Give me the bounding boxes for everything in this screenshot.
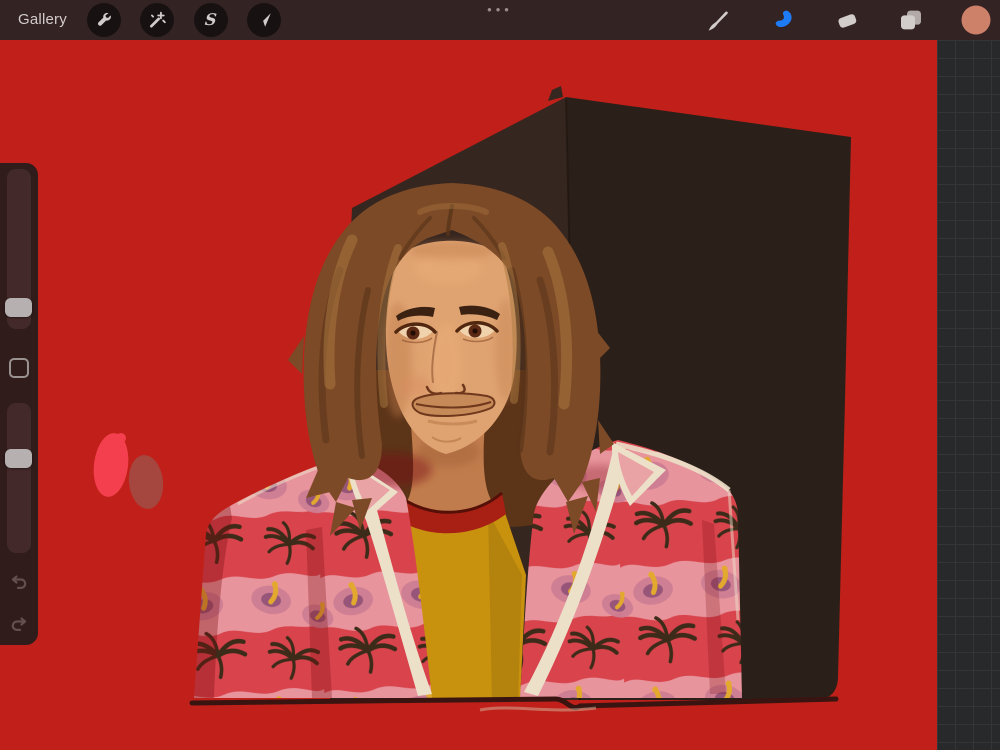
opacity-slider[interactable] <box>5 403 32 553</box>
modify-button[interactable] <box>0 351 38 385</box>
drawing-canvas[interactable] <box>0 40 937 750</box>
desk-line <box>189 696 839 712</box>
smudge-finger-icon <box>775 10 792 28</box>
brush-size-handle[interactable] <box>5 298 32 318</box>
modify-square-icon <box>9 358 29 378</box>
undo-icon <box>11 575 27 589</box>
procreate-canvas-screen: Gallery S ••• <box>0 0 1000 750</box>
redo-icon <box>11 617 27 631</box>
eraser-icon <box>838 14 857 28</box>
color-button[interactable] <box>961 5 991 35</box>
redo-button[interactable] <box>0 611 38 637</box>
paint-tool-button[interactable] <box>706 8 730 32</box>
undo-button[interactable] <box>0 569 38 595</box>
paint-swatch-blobs <box>93 433 164 509</box>
top-toolbar: Gallery S ••• <box>0 0 1000 40</box>
canvas-surround-grid <box>937 40 1000 750</box>
layers-icon <box>901 10 921 30</box>
artwork <box>93 86 851 712</box>
paint-brush-icon <box>708 11 728 31</box>
eraser-tool-button[interactable] <box>835 8 859 32</box>
opacity-handle[interactable] <box>5 448 32 468</box>
brush-sidebar <box>0 163 38 645</box>
smudge-tool-button[interactable] <box>771 8 795 32</box>
layers-button[interactable] <box>899 8 923 32</box>
active-color-swatch <box>961 5 991 35</box>
brush-size-slider[interactable] <box>5 169 32 329</box>
